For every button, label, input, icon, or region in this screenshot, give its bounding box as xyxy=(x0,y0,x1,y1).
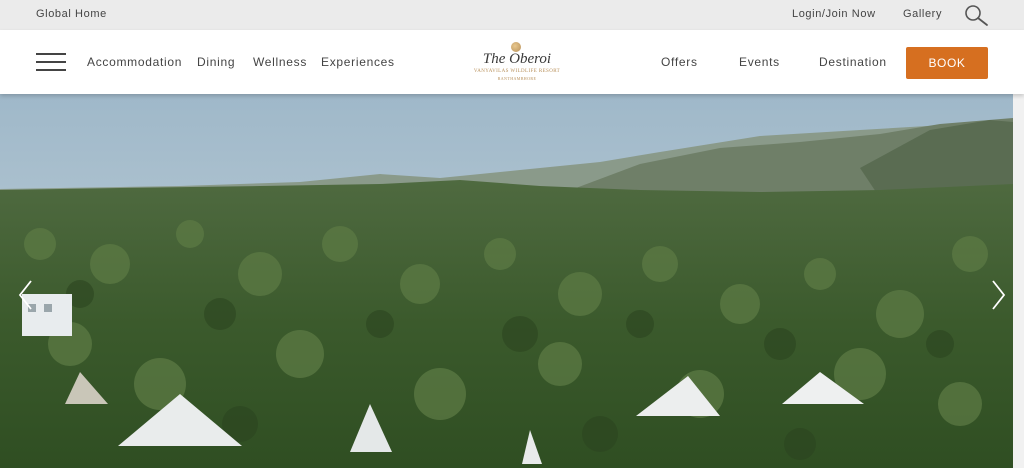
logo-subtitle: VANYAVILAS WILDLIFE RESORT xyxy=(473,69,561,74)
main-navigation: Accommodation Dining Wellness Experience… xyxy=(0,30,1024,94)
chevron-left-icon[interactable] xyxy=(16,278,36,312)
oberoi-logo[interactable]: The Oberoi VANYAVILAS WILDLIFE RESORT RA… xyxy=(466,40,568,86)
hero-image xyxy=(0,94,1013,468)
nav-accommodation[interactable]: Accommodation xyxy=(87,55,182,69)
global-home-link[interactable]: Global Home xyxy=(36,8,107,20)
search-icon[interactable] xyxy=(963,3,989,27)
nav-wellness[interactable]: Wellness xyxy=(253,55,307,69)
top-utility-bar: Global Home Login/Join Now Gallery xyxy=(0,0,1024,30)
nav-experiences[interactable]: Experiences xyxy=(321,55,395,69)
logo-location: RANTHAMBHORE xyxy=(497,76,537,81)
chevron-right-icon[interactable] xyxy=(988,278,1008,312)
gallery-link[interactable]: Gallery xyxy=(903,8,942,20)
nav-events[interactable]: Events xyxy=(739,55,780,69)
book-button[interactable]: BOOK xyxy=(906,47,988,79)
nav-destination[interactable]: Destination xyxy=(819,55,887,69)
hamburger-menu-icon[interactable] xyxy=(36,52,66,72)
nav-dining[interactable]: Dining xyxy=(197,55,235,69)
login-join-link[interactable]: Login/Join Now xyxy=(792,8,876,20)
logo-name: The Oberoi xyxy=(482,51,552,67)
nav-offers[interactable]: Offers xyxy=(661,55,698,69)
page-scrollbar[interactable] xyxy=(1013,94,1024,468)
